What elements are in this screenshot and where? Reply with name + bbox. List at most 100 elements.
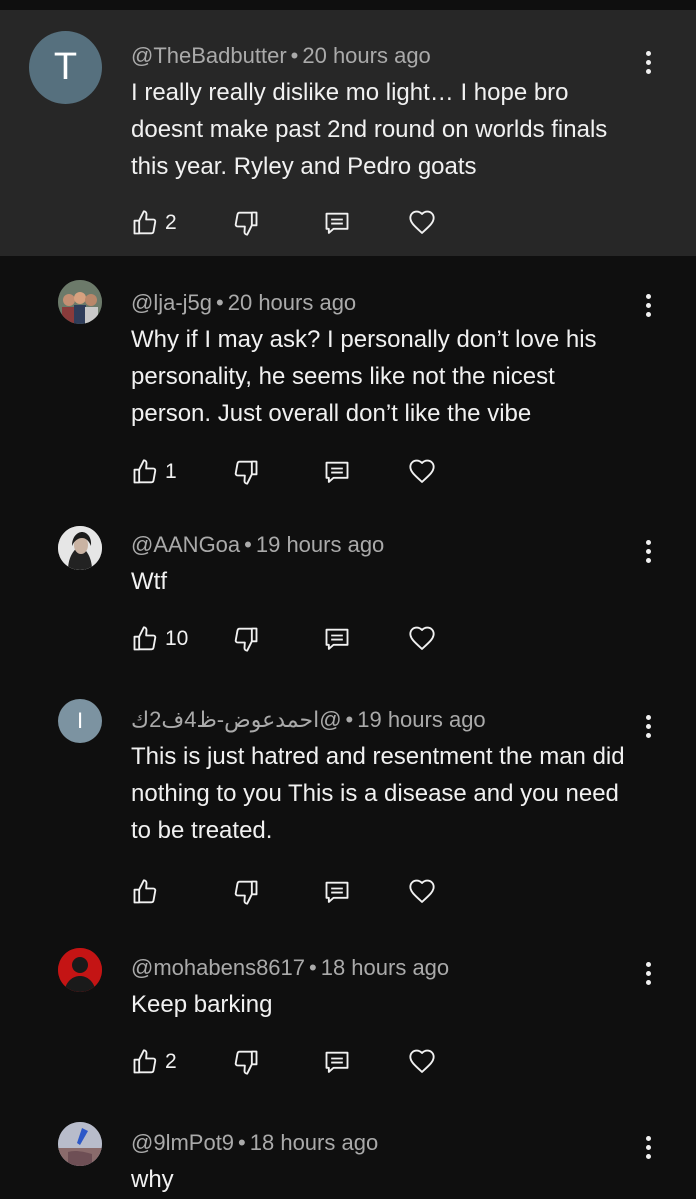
portrait-icon [58, 526, 102, 570]
heart-icon [409, 1049, 435, 1073]
comment-text: Why if I may ask? I personally don’t lov… [131, 326, 597, 427]
thumbs-up-icon [133, 626, 157, 651]
group-photo-icon [58, 280, 102, 324]
meta-separator: • [238, 1130, 246, 1155]
more-options-button[interactable] [636, 536, 660, 566]
meta-separator: • [216, 290, 224, 315]
avatar[interactable] [58, 1122, 102, 1166]
comment: @AANGoa • 19 hours ago Wtf 10 [0, 504, 696, 678]
comment-meta: @احمدعوض-ظ4ف2ك • 19 hours ago [131, 706, 636, 734]
meta-separator: • [345, 707, 354, 732]
reply-button[interactable] [323, 1048, 408, 1076]
reply-button[interactable] [323, 458, 408, 486]
avatar-letter: T [53, 46, 78, 88]
comment: @lja-j5g • 20 hours ago Why if I may ask? … [0, 256, 696, 504]
landscape-photo-icon [58, 1122, 102, 1166]
comment-text: This is just hatred and resentment the m… [131, 743, 625, 844]
heart-button[interactable] [408, 625, 436, 653]
more-options-button[interactable] [636, 958, 660, 988]
comment-author[interactable]: @TheBadbutter [131, 43, 287, 68]
comment-author[interactable]: @mohabens8617 [131, 955, 305, 980]
meta-separator: • [244, 532, 252, 557]
heart-button[interactable] [408, 878, 436, 906]
like-count: 10 [165, 627, 189, 650]
like-button[interactable]: 1 [131, 458, 232, 486]
comment-text: Keep barking [131, 991, 273, 1018]
comment-time[interactable]: 18 hours ago [250, 1130, 378, 1155]
dislike-button[interactable] [232, 1048, 323, 1076]
dislike-button[interactable] [232, 625, 323, 653]
comment-meta: @9lmPot9 • 18 hours ago [131, 1129, 636, 1157]
comment: @mohabens8617 • 18 hours ago Keep barking … [0, 926, 696, 1100]
comment-actions [131, 872, 636, 912]
dislike-button[interactable] [232, 209, 323, 237]
more-options-button[interactable] [636, 1132, 660, 1162]
avatar[interactable] [58, 948, 102, 992]
reply-icon [325, 212, 349, 234]
thumbs-up-icon [133, 1049, 157, 1074]
reply-button[interactable] [323, 878, 408, 906]
reply-icon [325, 881, 349, 903]
thumbs-up-icon [133, 879, 157, 904]
comment-actions: 10 [131, 619, 636, 659]
heart-button[interactable] [408, 458, 436, 486]
comment-author[interactable]: @احمدعوض-ظ4ف2ك [131, 707, 342, 732]
comment-text: I really really dislike mo light… I hope… [131, 79, 608, 180]
heart-icon [409, 879, 435, 903]
comment-meta: @mohabens8617 • 18 hours ago [131, 954, 636, 982]
comment-actions: 2 [131, 1042, 636, 1082]
comment-actions: 1 [131, 452, 636, 492]
like-button[interactable]: 10 [131, 625, 232, 653]
like-button[interactable] [131, 878, 232, 906]
avatar[interactable]: I [58, 699, 102, 743]
heart-icon [409, 459, 435, 483]
heart-button[interactable] [408, 1048, 436, 1076]
thumbs-up-icon [133, 210, 157, 235]
reply-button[interactable] [323, 625, 408, 653]
more-options-button[interactable] [636, 711, 660, 741]
thumbs-down-icon [234, 880, 258, 905]
thumbs-down-icon [234, 211, 258, 236]
top-strip [0, 0, 696, 10]
comment-text: why [131, 1166, 174, 1193]
avatar[interactable]: T [29, 31, 102, 104]
dislike-button[interactable] [232, 458, 323, 486]
comment-meta: @lja-j5g • 20 hours ago [131, 289, 636, 317]
heart-icon [409, 210, 435, 234]
comment-author[interactable]: @AANGoa [131, 532, 240, 557]
comment-author[interactable]: @lja-j5g [131, 290, 212, 315]
heart-button[interactable] [408, 209, 436, 237]
comment-author[interactable]: @9lmPot9 [131, 1130, 234, 1155]
avatar[interactable] [58, 526, 102, 570]
comment-meta: @AANGoa • 19 hours ago [131, 531, 636, 559]
heart-icon [409, 626, 435, 650]
reply-icon [325, 1051, 349, 1073]
comment-time[interactable]: 20 hours ago [228, 290, 356, 315]
comment-time[interactable]: 19 hours ago [357, 707, 485, 732]
comment: T @TheBadbutter • 20 hours ago I really re… [0, 10, 696, 256]
avatar-letter: I [76, 708, 84, 733]
silhouette-icon [58, 948, 102, 992]
comment-time[interactable]: 19 hours ago [256, 532, 384, 557]
like-button[interactable]: 2 [131, 209, 232, 237]
thumbs-down-icon [234, 627, 258, 652]
dislike-button[interactable] [232, 878, 323, 906]
like-button[interactable]: 2 [131, 1048, 232, 1076]
comment: I @احمدعوض-ظ4ف2ك • 19 hours ago This is ju… [0, 678, 696, 926]
comment-time[interactable]: 20 hours ago [302, 43, 430, 68]
reply-icon [325, 461, 349, 483]
comment-actions: 2 [131, 203, 636, 243]
comment-time[interactable]: 18 hours ago [321, 955, 449, 980]
like-count: 2 [165, 211, 177, 234]
avatar[interactable] [58, 280, 102, 324]
comment-meta: @TheBadbutter • 20 hours ago [131, 42, 636, 70]
thumbs-down-icon [234, 460, 258, 485]
like-count: 1 [165, 460, 177, 483]
reply-icon [325, 628, 349, 650]
comment-text: Wtf [131, 568, 167, 595]
like-count: 2 [165, 1050, 177, 1073]
comment: @9lmPot9 • 18 hours ago why [0, 1100, 696, 1199]
more-options-button[interactable] [636, 290, 660, 320]
reply-button[interactable] [323, 209, 408, 237]
more-options-button[interactable] [636, 47, 660, 77]
